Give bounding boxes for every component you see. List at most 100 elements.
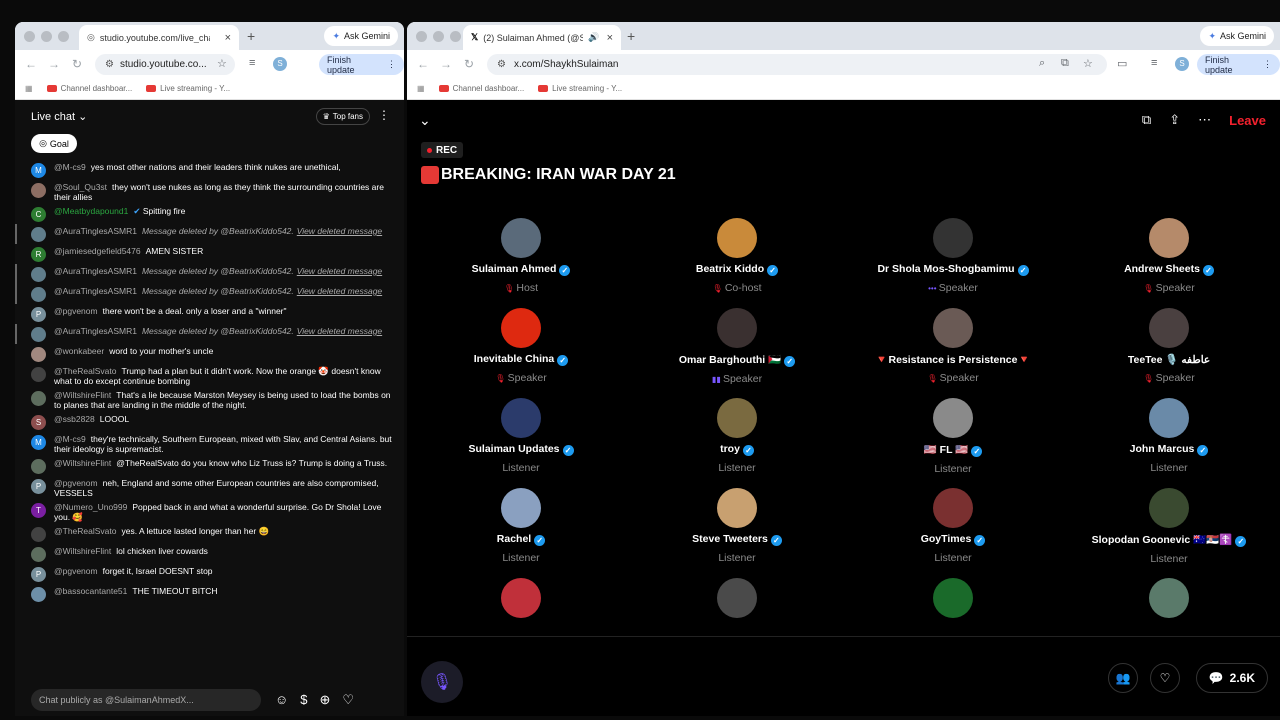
microphone-button[interactable]: 🎙 (421, 661, 463, 703)
share-icon[interactable]: ⇪ (1169, 112, 1180, 128)
participant[interactable]: Beatrix Kiddo ✓ 🎙 Co-host (629, 218, 845, 294)
apps-icon[interactable]: ▦ (25, 84, 33, 93)
chat-username[interactable]: @AuraTinglesASMR1 (54, 226, 137, 236)
participant-avatar[interactable] (717, 488, 757, 528)
participant-avatar[interactable] (1149, 308, 1189, 348)
tab-search-icon[interactable]: ≡ (249, 57, 255, 69)
reload-icon[interactable]: ↻ (72, 57, 82, 71)
profile-avatar[interactable]: S (1175, 57, 1189, 71)
chat-username[interactable]: @TheRealSvato (54, 366, 117, 376)
chat-message[interactable]: @Soul_Qu3st they won't use nukes as long … (15, 180, 404, 204)
avatar[interactable] (31, 367, 46, 382)
tab-x-profile[interactable]: 𝕏 (2) Sulaiman Ahmed (@Sh 🔊 × (463, 25, 621, 50)
avatar[interactable] (31, 267, 46, 282)
zoom-icon[interactable]: ⌕ (1039, 57, 1045, 70)
avatar[interactable] (31, 287, 46, 302)
avatar[interactable]: P (31, 567, 46, 582)
finish-update-button[interactable]: Finish update ⋮ (319, 54, 404, 75)
window-controls[interactable] (416, 31, 461, 42)
avatar[interactable]: C (31, 207, 46, 222)
participant[interactable] (1061, 578, 1277, 618)
top-fans-button[interactable]: ♛ Top fans (315, 108, 370, 125)
chat-input[interactable]: Chat publicly as @SulaimanAhmedX... (31, 689, 261, 711)
url-field[interactable]: ⚙ studio.youtube.co... (95, 54, 235, 75)
more-options-icon[interactable]: ⋯ (1198, 112, 1211, 128)
chat-username[interactable]: @WiltshireFlint (54, 458, 111, 468)
extensions-icon[interactable]: ▭ (1117, 57, 1127, 70)
avatar[interactable]: R (31, 247, 46, 262)
chat-message[interactable]: @AuraTinglesASMR1 Message deleted by @Bea… (15, 224, 404, 244)
chat-message-list[interactable]: M @M-cs9 yes most other nations and their … (15, 160, 404, 676)
leave-button[interactable]: Leave (1229, 113, 1266, 128)
participant[interactable]: Inevitable China ✓ 🎙 Speaker (413, 308, 629, 384)
people-button[interactable]: 👥 (1108, 663, 1138, 693)
finish-update-button[interactable]: Finish update ⋮ (1197, 54, 1280, 75)
close-tab-icon[interactable]: × (607, 32, 613, 44)
avatar[interactable]: T (31, 503, 46, 518)
chat-username[interactable]: @pgvenom (54, 566, 98, 576)
avatar[interactable] (31, 459, 46, 474)
forward-icon[interactable]: → (48, 57, 60, 71)
chat-message[interactable]: @AuraTinglesASMR1 Message deleted by @Bea… (15, 284, 404, 304)
participant[interactable]: Rachel ✓ Listener (413, 488, 629, 564)
chat-username[interactable]: @AuraTinglesASMR1 (54, 286, 137, 296)
emoji-icon[interactable]: ☺ (275, 692, 288, 708)
heart-icon[interactable]: ♡ (342, 692, 354, 708)
tab-live-chat[interactable]: ◎ studio.youtube.com/live_chat × (79, 25, 239, 50)
add-icon[interactable]: ⊕ (320, 692, 331, 708)
avatar[interactable] (31, 183, 46, 198)
participant[interactable]: Omar Barghouthi 🇵🇸 ✓ ▮▮ Speaker (629, 308, 845, 385)
chat-message[interactable]: C @Meatbydapound1 ✔ Spitting fire (15, 204, 404, 224)
participant-avatar[interactable] (933, 578, 973, 618)
avatar[interactable] (31, 391, 46, 406)
avatar[interactable] (31, 587, 46, 602)
chat-message[interactable]: P @pgvenom there won't be a deal. only a l… (15, 304, 404, 324)
chat-title-dropdown[interactable]: Live chat ⌄ (31, 110, 87, 123)
chat-username[interactable]: @Soul_Qu3st (54, 182, 107, 192)
participant-avatar[interactable] (717, 218, 757, 258)
chat-message[interactable]: M @M-cs9 they're technically, Southern Eur… (15, 432, 404, 456)
participant-avatar[interactable] (501, 218, 541, 258)
chat-menu-icon[interactable]: ⋮ (378, 108, 390, 122)
participant[interactable]: Sulaiman Ahmed ✓ 🎙 Host (413, 218, 629, 294)
avatar[interactable] (31, 527, 46, 542)
participant-avatar[interactable] (1149, 218, 1189, 258)
chat-message[interactable]: S @ssb2828 LOOOL (15, 412, 404, 432)
bookmark-channel-dashboard[interactable]: Channel dashboar... (46, 84, 132, 93)
chat-username[interactable]: @M-cs9 (54, 162, 86, 172)
chat-username[interactable]: @AuraTinglesASMR1 (54, 326, 137, 336)
chat-message[interactable]: @AuraTinglesASMR1 Message deleted by @Bea… (15, 264, 404, 284)
participant-avatar[interactable] (933, 488, 973, 528)
collapse-chevron-icon[interactable]: ⌄ (419, 112, 431, 129)
url-field[interactable]: ⚙ x.com/ShaykhSulaiman (487, 54, 1107, 75)
apps-icon[interactable]: ▦ (417, 84, 425, 93)
chat-message[interactable]: @TheRealSvato Trump had a plan but it did… (15, 364, 404, 388)
chat-username[interactable]: @jamiesedgefield5476 (54, 246, 141, 256)
chat-message[interactable]: @WiltshireFlint That's a lie because Mars… (15, 388, 404, 412)
avatar[interactable]: P (31, 307, 46, 322)
participant-avatar[interactable] (1149, 398, 1189, 438)
chat-username[interactable]: @Numero_Uno999 (54, 502, 127, 512)
participant-avatar[interactable] (1149, 578, 1189, 618)
chat-username[interactable]: @WiltshireFlint (54, 546, 111, 556)
chat-message[interactable]: @AuraTinglesASMR1 Message deleted by @Bea… (15, 324, 404, 344)
chat-username[interactable]: @TheRealSvato (54, 526, 117, 536)
chat-message[interactable]: P @pgvenom neh, England and some other Eur… (15, 476, 404, 500)
new-tab-icon[interactable]: + (627, 28, 635, 44)
chat-username[interactable]: @pgvenom (54, 478, 98, 488)
tab-search-icon[interactable]: ≡ (1151, 57, 1157, 69)
chat-message[interactable]: R @jamiesedgefield5476 AMEN SISTER (15, 244, 404, 264)
participant-avatar[interactable] (717, 398, 757, 438)
speaker-icon[interactable]: 🔊 (588, 32, 599, 43)
chat-username[interactable]: @M-cs9 (54, 434, 86, 444)
participant[interactable]: 🔻Resistance is Persistence🔻 🎙 Speaker (845, 308, 1061, 384)
goal-button[interactable]: ◎ Goal (31, 134, 77, 153)
avatar[interactable]: M (31, 435, 46, 450)
participant[interactable] (413, 578, 629, 618)
participant-avatar[interactable] (933, 398, 973, 438)
back-icon[interactable]: ← (25, 57, 37, 71)
chat-username[interactable]: @bassocantante51 (54, 586, 127, 596)
participant-avatar[interactable] (501, 488, 541, 528)
view-deleted-link[interactable]: View deleted message (297, 326, 382, 336)
participant-avatar[interactable] (501, 398, 541, 438)
